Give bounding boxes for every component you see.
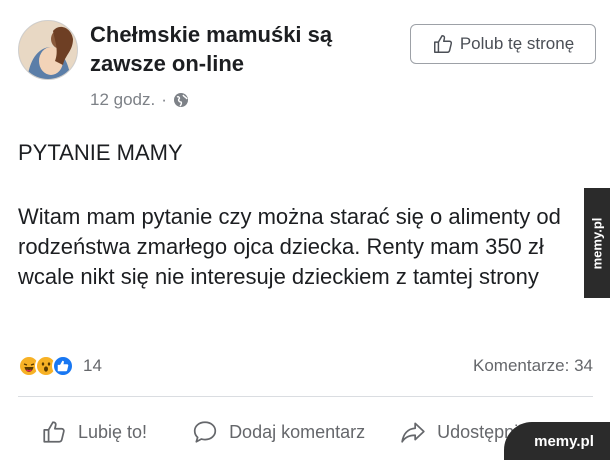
post-meta: 12 godz. ·	[90, 90, 189, 110]
post-stats: 14 Komentarze: 34	[18, 352, 593, 380]
globe-icon	[173, 93, 188, 107]
post-title: PYTANIE MAMY	[18, 140, 183, 165]
post-body: Witam mam pytanie czy można starać się o…	[18, 204, 561, 289]
thumbs-up-icon	[43, 421, 65, 443]
post-time[interactable]: 12 godz.	[90, 90, 155, 110]
side-watermark-text: memy.pl	[589, 217, 605, 269]
like-label: Lubię to!	[78, 421, 148, 442]
corner-watermark: memy.pl	[504, 422, 610, 460]
comment-icon	[193, 421, 217, 443]
reactions[interactable]	[18, 355, 74, 377]
page-name[interactable]: Chełmskie mamuśki są zawsze on-line	[90, 20, 390, 78]
page-avatar[interactable]	[18, 20, 78, 80]
meta-separator: ·	[161, 90, 167, 109]
like-page-label: Polub tę stronę	[459, 34, 575, 53]
like-button[interactable]: Lubię to!	[40, 419, 147, 445]
corner-watermark-text: memy.pl	[534, 432, 594, 450]
comment-button[interactable]: Dodaj komentarz	[191, 419, 365, 445]
share-button[interactable]: Udostępnij	[399, 419, 522, 445]
post-header: Chełmskie mamuśki są zawsze on-line 12 g…	[18, 18, 608, 118]
like-icon	[52, 355, 74, 377]
side-watermark: memy.pl	[584, 188, 610, 298]
comment-label: Dodaj komentarz	[229, 421, 366, 442]
comments-count[interactable]: Komentarze: 34	[473, 356, 593, 376]
like-page-button[interactable]: Polub tę stronę	[410, 24, 596, 64]
share-icon	[401, 422, 425, 443]
thumbs-up-icon	[433, 35, 452, 53]
actions-divider	[18, 396, 593, 397]
reaction-count[interactable]: 14	[83, 356, 102, 376]
